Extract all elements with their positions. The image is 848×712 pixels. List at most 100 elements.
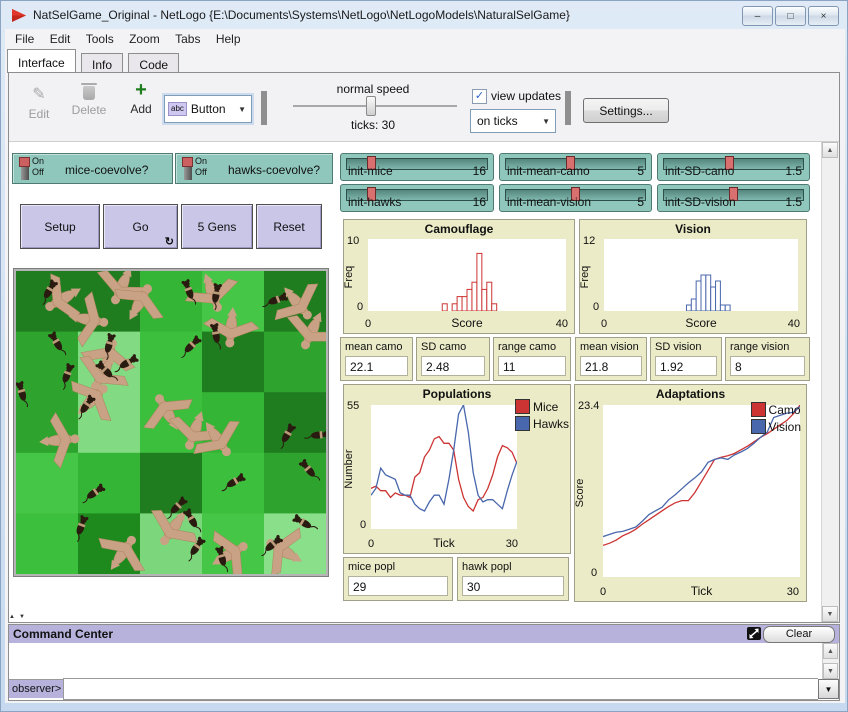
monitor-range-vision: range vision 8: [725, 337, 810, 381]
adaptations-legend: Camo Vision: [751, 402, 801, 436]
splitter-up-icon: ▲: [9, 614, 19, 620]
mice-swatch: [515, 399, 530, 414]
slider-init-hawks[interactable]: init-hawks16: [340, 184, 494, 212]
command-center-title: Command Center: [13, 627, 113, 641]
forever-icon: ↻: [165, 235, 174, 248]
reset-button[interactable]: Reset: [256, 204, 322, 249]
monitor-range-camo: range camo 11: [493, 337, 571, 381]
monitor-sd-camo: SD camo 2.48: [416, 337, 490, 381]
command-center-splitter[interactable]: ▲▼: [9, 614, 39, 623]
camo-swatch: [751, 402, 766, 417]
menu-help[interactable]: Help: [210, 29, 247, 49]
update-mode-dropdown[interactable]: on ticks ▼: [470, 109, 556, 133]
update-mode-value: on ticks: [477, 114, 518, 128]
history-dropdown[interactable]: ▼: [818, 679, 839, 699]
output-scrollbar[interactable]: ▲ ▼: [822, 643, 839, 679]
tab-row: Interface Info Code: [5, 49, 845, 72]
populations-line-chart: [371, 405, 517, 529]
five-gens-button[interactable]: 5 Gens: [181, 204, 253, 249]
delete-button[interactable]: Delete: [67, 84, 111, 117]
netlogo-icon: [11, 8, 27, 23]
widget-type-value: Button: [191, 102, 226, 116]
plot-populations: Populations 55 0 Number 0 Tick 30 Mice H…: [343, 384, 571, 554]
command-input[interactable]: [63, 678, 818, 700]
trash-icon: [83, 86, 95, 100]
menu-edit[interactable]: Edit: [44, 29, 77, 49]
window-title: NatSelGame_Original - NetLogo {E:\Docume…: [33, 8, 570, 22]
speed-slider[interactable]: [293, 98, 457, 112]
view-updates-checkbox[interactable]: ✓: [472, 89, 487, 104]
close-button[interactable]: ×: [808, 6, 839, 26]
edit-button[interactable]: ✎ Edit: [17, 84, 61, 121]
abc-icon: abc: [168, 102, 187, 116]
chevron-down-icon: ▼: [542, 117, 550, 126]
monitor-mice-popl: mice popl 29: [343, 557, 453, 601]
chevron-down-icon: ▼: [238, 105, 246, 114]
go-button[interactable]: Go ↻: [103, 204, 178, 249]
view-updates-label: view updates: [491, 89, 561, 103]
command-center-header: Command Center Clear: [9, 625, 839, 644]
expand-icon[interactable]: [747, 627, 761, 640]
monitor-sd-vision: SD vision 1.92: [650, 337, 722, 381]
menu-tools[interactable]: Tools: [80, 29, 120, 49]
clear-button[interactable]: Clear: [763, 626, 835, 643]
vision-histogram: [604, 239, 798, 311]
pencil-icon: ✎: [32, 84, 45, 104]
world-view[interactable]: [14, 269, 328, 576]
slider-init-SD-camo[interactable]: init-SD-camo1.5: [657, 153, 810, 181]
scroll-down-icon[interactable]: ▼: [823, 663, 838, 679]
maximize-icon: □: [787, 11, 793, 22]
menu-file[interactable]: File: [9, 29, 40, 49]
check-icon: ✓: [475, 90, 484, 102]
close-icon: ×: [821, 11, 827, 22]
switch-label: mice-coevolve?: [65, 163, 148, 177]
vision-swatch: [751, 419, 766, 434]
plus-icon: +: [135, 82, 147, 98]
menu-zoom[interactable]: Zoom: [123, 29, 166, 49]
camouflage-histogram: [368, 239, 566, 311]
monitor-mean-vision: mean vision 21.8: [575, 337, 647, 381]
menu-tabs[interactable]: Tabs: [169, 29, 206, 49]
plot-camouflage: Camouflage 10 0 Freq 0 Score 40: [343, 219, 575, 334]
populations-legend: Mice Hawks: [515, 399, 569, 433]
monitor-mean-camo: mean camo 22.1: [340, 337, 413, 381]
speed-slider-label: normal speed: [277, 82, 469, 96]
toolbar-separator: [565, 91, 571, 125]
maximize-button[interactable]: □: [775, 6, 806, 26]
toggle-icon[interactable]: On Off: [19, 156, 63, 182]
scroll-up-icon[interactable]: ▲: [823, 643, 838, 659]
switch-label: hawks-coevolve?: [228, 163, 320, 177]
speed-slider-thumb[interactable]: [366, 96, 376, 116]
widget-type-dropdown[interactable]: abc Button ▼: [164, 95, 252, 123]
tab-interface[interactable]: Interface: [7, 49, 76, 73]
observer-prompt[interactable]: observer>: [9, 680, 63, 698]
window-frame: NatSelGame_Original - NetLogo {E:\Docume…: [0, 0, 848, 712]
interface-toolbar: ✎ Edit Delete + Add abc Button ▼ normal: [9, 73, 839, 142]
minimize-button[interactable]: –: [742, 6, 773, 26]
interface-vertical-scrollbar[interactable]: ▲ ▼: [821, 142, 839, 622]
slider-init-SD-vision[interactable]: init-SD-vision1.5: [657, 184, 810, 212]
command-center: Command Center Clear ▲ ▼ observer>: [8, 624, 840, 701]
hawks-swatch: [515, 416, 530, 431]
toolbar-separator: [261, 91, 267, 125]
toggle-icon[interactable]: On Off: [182, 156, 226, 182]
switch-mice-coevolve[interactable]: On Off mice-coevolve?: [12, 153, 173, 184]
slider-init-mice[interactable]: init-mice16: [340, 153, 494, 181]
slider-init-mean-camo[interactable]: init-mean-camo5: [499, 153, 652, 181]
add-button[interactable]: + Add: [119, 82, 163, 116]
switch-hawks-coevolve[interactable]: On Off hawks-coevolve?: [175, 153, 333, 184]
monitor-hawk-popl: hawk popl 30: [457, 557, 569, 601]
title-bar[interactable]: NatSelGame_Original - NetLogo {E:\Docume…: [1, 1, 847, 29]
command-input-row: observer> ▼: [9, 679, 839, 699]
interface-pane: ✎ Edit Delete + Add abc Button ▼ normal: [8, 72, 840, 623]
scroll-up-icon[interactable]: ▲: [822, 142, 838, 158]
slider-init-mean-vision[interactable]: init-mean-vision5: [499, 184, 652, 212]
scroll-down-icon[interactable]: ▼: [822, 606, 838, 622]
menu-bar: File Edit Tools Zoom Tabs Help: [5, 29, 845, 49]
setup-button[interactable]: Setup: [20, 204, 100, 249]
minimize-icon: –: [755, 11, 761, 22]
settings-button[interactable]: Settings...: [583, 98, 669, 123]
plot-adaptations: Adaptations 23.4 0 Score 0 Tick 30 Camo …: [574, 384, 807, 602]
app-body: File Edit Tools Zoom Tabs Help Interface…: [5, 29, 845, 703]
command-output[interactable]: ▲ ▼: [9, 643, 839, 680]
